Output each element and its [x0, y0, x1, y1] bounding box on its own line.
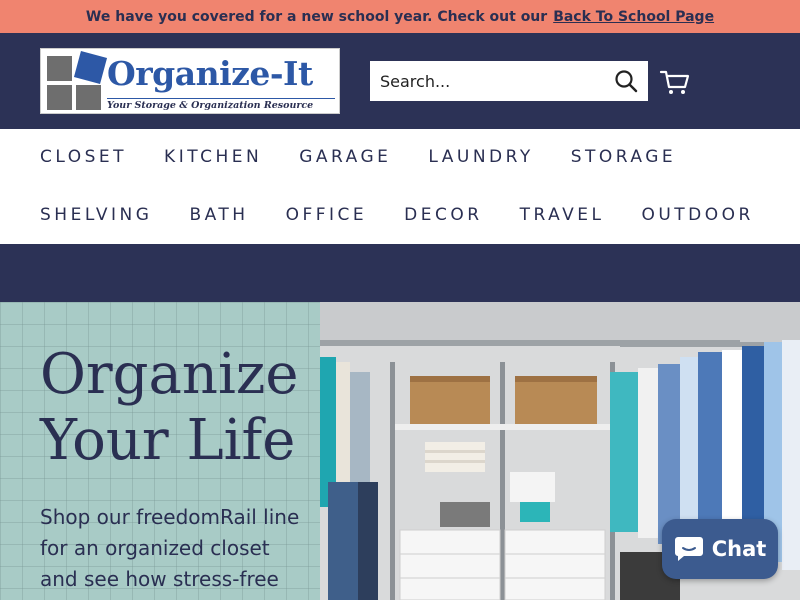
- nav-item-decor[interactable]: DECOR: [404, 205, 482, 225]
- nav-item-travel[interactable]: TRAVEL: [520, 205, 605, 225]
- search-input[interactable]: [370, 61, 604, 101]
- hero-title: Organize Your Life: [40, 342, 340, 474]
- nav-item-bath[interactable]: BATH: [189, 205, 248, 225]
- cart-button[interactable]: [658, 65, 692, 99]
- search-button[interactable]: [604, 61, 648, 101]
- nav-row-1: CLOSET KITCHEN GARAGE LAUNDRY STORAGE: [40, 147, 713, 167]
- logo-tagline: Your Storage & Organization Resource: [107, 98, 335, 111]
- search-icon: [615, 70, 638, 93]
- hero-text-line-2: for an organized closet: [40, 536, 270, 560]
- hero-description: Shop our freedomRail line for an organiz…: [40, 502, 330, 595]
- cart-icon: [659, 70, 690, 94]
- search-bar: [370, 61, 648, 101]
- hero-text-line-1: Shop our freedomRail line: [40, 505, 300, 529]
- announcement-bar: We have you covered for a new school yea…: [0, 0, 800, 33]
- nav-item-outdoor[interactable]: OUTDOOR: [641, 205, 753, 225]
- hero-panel: Organize Your Life Shop our freedomRail …: [0, 302, 320, 600]
- hero-title-line-2: Your Life: [40, 408, 296, 473]
- nav-item-storage[interactable]: STORAGE: [571, 147, 676, 167]
- chat-label: Chat: [711, 537, 767, 561]
- logo-grid-icon: [47, 50, 108, 110]
- nav-item-shelving[interactable]: SHELVING: [40, 205, 152, 225]
- back-to-school-link[interactable]: Back To School Page: [553, 9, 714, 25]
- nav-item-closet[interactable]: CLOSET: [40, 147, 127, 167]
- main-navigation: CLOSET KITCHEN GARAGE LAUNDRY STORAGE SH…: [0, 129, 800, 244]
- site-logo[interactable]: Organize-It Your Storage & Organization …: [40, 48, 340, 114]
- nav-item-garage[interactable]: GARAGE: [299, 147, 391, 167]
- nav-item-kitchen[interactable]: KITCHEN: [164, 147, 262, 167]
- hero-title-line-1: Organize: [40, 342, 299, 407]
- chat-button[interactable]: Chat: [662, 519, 778, 579]
- chat-bubble-icon: [674, 537, 703, 561]
- announcement-text: We have you covered for a new school yea…: [85, 8, 548, 25]
- nav-row-2: SHELVING BATH OFFICE DECOR TRAVEL OUTDOO…: [40, 205, 791, 225]
- header-band: [0, 244, 800, 302]
- nav-item-office[interactable]: OFFICE: [286, 205, 368, 225]
- hero-text-line-3: and see how stress-free: [40, 567, 279, 591]
- logo-title: Organize-It: [107, 54, 313, 93]
- nav-item-laundry[interactable]: LAUNDRY: [428, 147, 533, 167]
- site-header: Organize-It Your Storage & Organization …: [0, 33, 800, 129]
